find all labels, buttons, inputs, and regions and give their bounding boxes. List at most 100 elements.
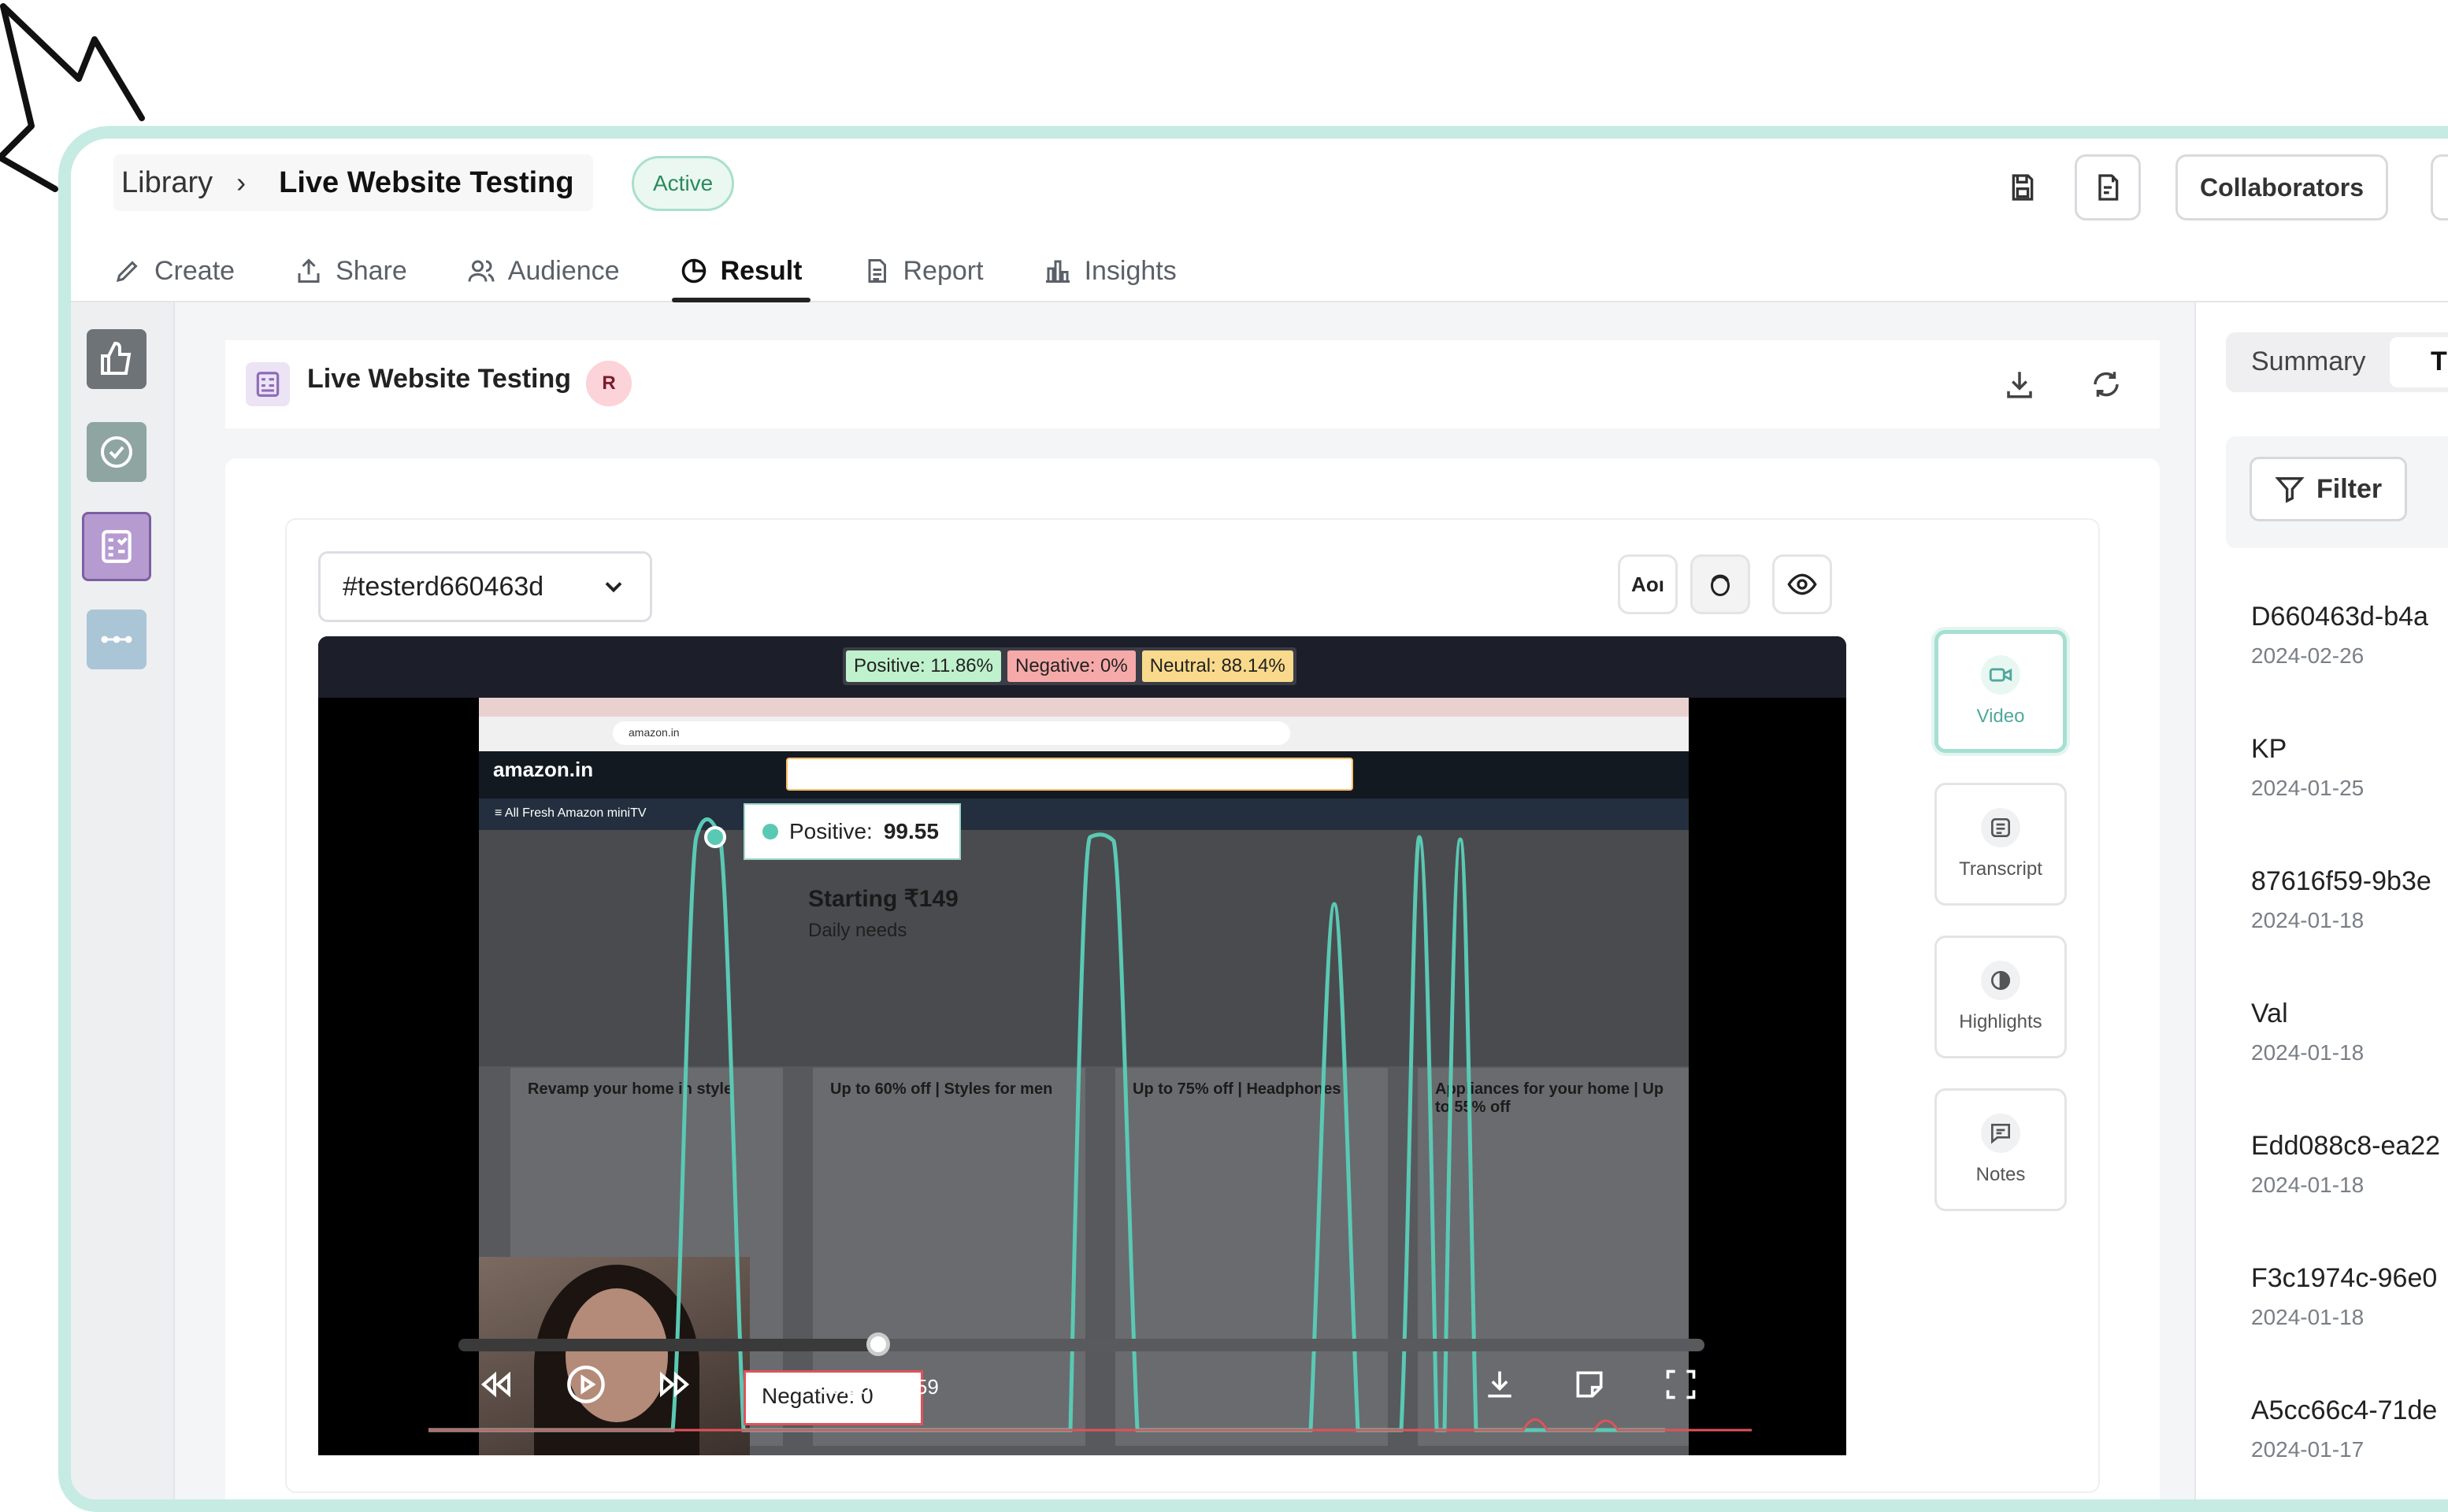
positive-chip: Positive: 11.86%	[846, 650, 1001, 682]
tab-insights[interactable]: Insights	[1036, 239, 1185, 302]
users-icon	[468, 260, 495, 282]
more-button[interactable]	[2431, 154, 2448, 220]
sentiment-summary: Positive: 11.86% Negative: 0% Neutral: 8…	[843, 647, 1296, 685]
tester-select[interactable]: #testerd660463d	[318, 551, 652, 622]
time-display: 00:20 / 00:59	[819, 1375, 939, 1399]
tester-id: Edd088c8-ea22	[2251, 1131, 2441, 1161]
rail-check[interactable]	[87, 422, 147, 482]
neutral-chip: Neutral: 88.14%	[1141, 650, 1293, 682]
tab-label: Report	[903, 255, 984, 286]
filter-icon	[2275, 477, 2305, 503]
tester-date: 2024-01-25	[2251, 776, 2365, 800]
tool-label: Notes	[1975, 1164, 2026, 1185]
list-item[interactable]: Val 2024-01-18	[2251, 999, 2440, 1131]
tab-result[interactable]: Result	[671, 239, 810, 302]
hero-title: Starting ₹149	[808, 886, 959, 912]
tool-label: Highlights	[1959, 1011, 2042, 1032]
tester-date: 2024-01-18	[2251, 1305, 2365, 1329]
clip-button[interactable]	[1566, 1361, 1613, 1408]
tool-label: Video	[1976, 706, 2025, 727]
rail-thumbs-up[interactable]	[87, 329, 147, 389]
right-panel: Summary T Filter D660463d-b4a 2024-02-26…	[2194, 302, 2448, 1499]
study-icon	[246, 362, 290, 406]
tester-id: Val	[2251, 999, 2288, 1028]
play-button[interactable]	[562, 1361, 610, 1408]
aoi-button[interactable]: Aoı	[1618, 554, 1678, 614]
transcript-icon	[1981, 808, 2020, 847]
tab-label: Audience	[507, 255, 620, 286]
fullscreen-icon	[1666, 1369, 1696, 1399]
breadcrumb-separator: ›	[236, 166, 247, 198]
tester-id: 87616f59-9b3e	[2251, 866, 2431, 896]
thumbs-up-icon	[101, 341, 132, 375]
browser-tab-strip	[479, 698, 1689, 717]
negative-chip: Negative: 0%	[1007, 650, 1136, 682]
transcript-tool-button[interactable]: Transcript	[1934, 783, 2067, 906]
eye-tracking-button[interactable]	[1772, 554, 1832, 614]
tester-select-value: #testerd660463d	[343, 571, 544, 602]
list-item[interactable]: A5cc66c4-71de 2024-01-17	[2251, 1395, 2440, 1499]
rail-tasks[interactable]	[82, 512, 151, 581]
refresh-button[interactable]	[2084, 362, 2128, 406]
amazon-hero-banner: Starting ₹149 Daily needs	[479, 830, 1689, 1066]
rail-more[interactable]	[87, 610, 147, 669]
collaborators-button[interactable]: Collaborators	[2175, 154, 2389, 220]
tool-label: Transcript	[1959, 858, 2042, 880]
emotion-toggle-button[interactable]	[1690, 554, 1750, 614]
fullscreen-button[interactable]	[1657, 1361, 1704, 1408]
video-tool-button[interactable]: Video	[1934, 630, 2067, 753]
app-window: Library › Live Website Testing Active Co…	[58, 126, 2448, 1512]
amazon-logo: amazon.in	[493, 758, 594, 781]
fast-forward-icon	[660, 1371, 690, 1398]
amazon-card: Up to 75% off | Headphones	[1115, 1068, 1388, 1446]
check-circle-icon	[101, 436, 132, 468]
amazon-search-bar	[786, 758, 1353, 791]
avatar[interactable]: R	[586, 361, 632, 406]
fast-forward-button[interactable]	[651, 1361, 698, 1408]
tab-report[interactable]: Report	[855, 239, 992, 302]
pie-chart-icon	[681, 258, 706, 284]
positive-tooltip-value: 99.55	[883, 819, 939, 843]
video-player[interactable]: Positive: 11.86% Negative: 0% Neutral: 8…	[318, 636, 1846, 1455]
add-note-button[interactable]	[2075, 154, 2141, 220]
download-video-button[interactable]	[1476, 1361, 1523, 1408]
save-button[interactable]	[1990, 154, 2056, 220]
notes-tool-button[interactable]: Notes	[1934, 1088, 2067, 1211]
tester-id: D660463d-b4a	[2251, 602, 2428, 632]
filter-button[interactable]: Filter	[2250, 457, 2407, 521]
list-item[interactable]: D660463d-b4a 2024-02-26	[2251, 602, 2440, 734]
breadcrumb-library[interactable]: Library	[113, 166, 213, 200]
tester-id: KP	[2251, 734, 2287, 764]
download-button[interactable]	[1997, 362, 2042, 406]
tab-testers[interactable]: T	[2390, 337, 2448, 387]
share-upload-icon	[298, 258, 320, 283]
positive-dot	[762, 824, 778, 839]
tab-create[interactable]: Create	[106, 239, 243, 302]
browser-url: amazon.in	[613, 721, 1290, 745]
save-icon	[2012, 174, 2034, 201]
task-list-icon	[102, 530, 132, 563]
tab-summary[interactable]: Summary	[2251, 346, 2365, 377]
seek-bar-thumb[interactable]	[866, 1332, 890, 1356]
tab-audience[interactable]: Audience	[459, 239, 628, 302]
highlights-icon	[1981, 961, 2020, 1000]
amazon-header: amazon.in	[479, 751, 1689, 799]
tab-label: Insights	[1084, 255, 1177, 286]
tab-share[interactable]: Share	[287, 239, 415, 302]
download-icon	[2007, 372, 2032, 398]
list-item[interactable]: F3c1974c-96e0 2024-01-18	[2251, 1263, 2440, 1395]
list-item[interactable]: KP 2024-01-25	[2251, 734, 2440, 866]
status-badge: Active	[632, 156, 735, 211]
video-section: #testerd660463d Aoı Positive: 11.86% Neg…	[285, 518, 2100, 1493]
document-plus-icon	[2098, 174, 2119, 201]
rewind-button[interactable]	[473, 1361, 520, 1408]
list-item[interactable]: 87616f59-9b3e 2024-01-18	[2251, 866, 2440, 999]
list-item[interactable]: Edd088c8-ea22 2024-01-18	[2251, 1131, 2440, 1263]
chevron-down-icon	[605, 582, 622, 593]
play-icon	[567, 1366, 605, 1403]
left-rail	[71, 302, 175, 1499]
result-panel: #testerd660463d Aoı Positive: 11.86% Neg…	[225, 458, 2160, 1499]
browser-address-bar: amazon.in	[479, 717, 1689, 751]
video-camera-icon	[1981, 655, 2020, 695]
highlights-tool-button[interactable]: Highlights	[1934, 936, 2067, 1058]
